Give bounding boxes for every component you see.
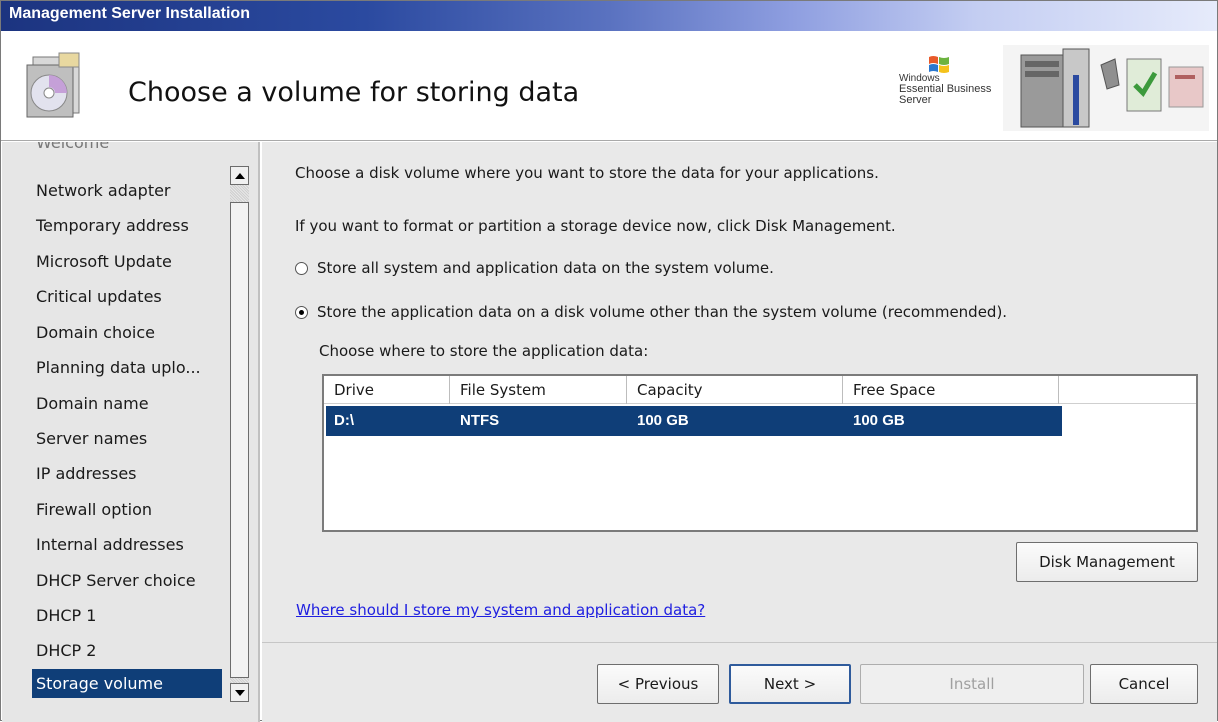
radio-system-volume[interactable] [295,261,308,275]
cell-drive: D:\ [334,412,354,429]
next-button[interactable]: Next > [729,664,851,704]
radio-other-volume[interactable] [295,305,308,319]
installer-window: Management Server Installation Choose a … [0,0,1218,722]
nav-item-welcome[interactable]: Welcome [32,142,222,158]
disk-management-button[interactable]: Disk Management [1016,542,1198,582]
main-content: Choose a disk volume where you want to s… [262,142,1217,642]
previous-button[interactable]: < Previous [597,664,719,704]
option-system-volume[interactable]: Store all system and application data on… [295,259,774,277]
nav-item-dhcp-1[interactable]: DHCP 1 [32,601,222,631]
server-tools-artwork [1003,45,1209,131]
nav-item-network-adapter[interactable]: Network adapter [32,176,222,206]
column-drive[interactable]: Drive [324,376,450,404]
nav-item-dhcp-2[interactable]: DHCP 2 [32,636,222,666]
brand-line-2: Essential Business Server [899,83,992,106]
nav-item-firewall-option[interactable]: Firewall option [32,495,222,525]
nav-item-planning-data-upload[interactable]: Planning data uplo... [32,353,222,383]
cell-capacity: 100 GB [637,412,689,429]
volume-list-header: Drive File System Capacity Free Space [324,376,1196,404]
nav-item-internal-addresses[interactable]: Internal addresses [32,530,222,560]
help-link[interactable]: Where should I store my system and appli… [296,601,705,619]
nav-item-temporary-address[interactable]: Temporary address [32,211,222,241]
window-title: Management Server Installation [9,5,250,22]
nav-scrollbar[interactable] [230,166,249,702]
brand-banner: Windows Essential Business Server [899,45,1209,131]
nav-item-ip-addresses[interactable]: IP addresses [32,459,222,489]
nav-item-microsoft-update[interactable]: Microsoft Update [32,247,222,277]
wizard-footer: < Previous Next > Install Cancel [262,642,1217,722]
nav-item-server-names[interactable]: Server names [32,424,222,454]
windows-flag-icon [929,56,949,73]
option-other-volume-label[interactable]: Store the application data on a disk vol… [317,303,1007,321]
option-other-volume[interactable]: Store the application data on a disk vol… [295,303,1007,321]
wizard-step-nav: Welcome Network adapter Temporary addres… [2,142,260,722]
column-free-space[interactable]: Free Space [843,376,1059,404]
scroll-up-button[interactable] [230,166,249,185]
cell-file-system: NTFS [460,412,500,429]
nav-item-domain-name[interactable]: Domain name [32,389,222,419]
nav-item-dhcp-server-choice[interactable]: DHCP Server choice [32,566,222,596]
page-title: Choose a volume for storing data [128,77,580,108]
title-bar: Management Server Installation [1,1,1217,31]
scroll-down-button[interactable] [230,683,249,702]
nav-item-domain-choice[interactable]: Domain choice [32,318,222,348]
installer-disc-icon [26,52,80,118]
scroll-thumb[interactable] [230,202,249,678]
arrow-up-icon [234,172,245,179]
volume-list[interactable]: Drive File System Capacity Free Space D:… [322,374,1198,532]
cell-free-space: 100 GB [853,412,905,429]
nav-item-storage-volume[interactable]: Storage volume [32,669,222,698]
arrow-down-icon [234,689,245,696]
header: Choose a volume for storing data Windows… [1,31,1217,141]
choose-location-label: Choose where to store the application da… [319,342,649,360]
nav-item-critical-updates[interactable]: Critical updates [32,282,222,312]
format-hint-text: If you want to format or partition a sto… [295,217,896,235]
step-list: Welcome Network adapter Temporary addres… [32,142,222,698]
intro-text: Choose a disk volume where you want to s… [295,164,879,182]
brand-text: Windows Essential Business Server [899,73,1019,106]
cancel-button[interactable]: Cancel [1090,664,1198,704]
option-system-volume-label[interactable]: Store all system and application data on… [317,259,774,277]
install-button[interactable]: Install [860,664,1084,704]
column-file-system[interactable]: File System [450,376,627,404]
column-capacity[interactable]: Capacity [627,376,843,404]
table-row[interactable]: D:\ NTFS 100 GB 100 GB [326,406,1062,436]
